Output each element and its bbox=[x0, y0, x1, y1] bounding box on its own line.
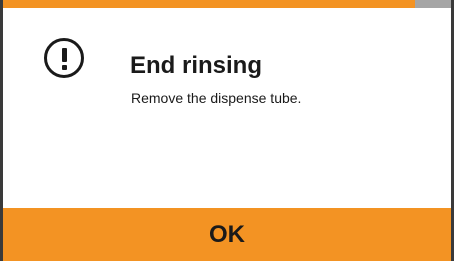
progress-bar bbox=[3, 0, 451, 8]
ok-button[interactable]: OK bbox=[3, 208, 451, 261]
dialog-message: Remove the dispense tube. bbox=[131, 90, 302, 106]
exclamation-dot bbox=[62, 65, 67, 70]
rinse-dialog-screen: End rinsing Remove the dispense tube. OK bbox=[0, 0, 454, 261]
dialog-title: End rinsing bbox=[130, 52, 262, 79]
progress-bar-fill bbox=[3, 0, 416, 8]
exclamation-circle-icon bbox=[44, 38, 84, 78]
exclamation-bar bbox=[62, 48, 67, 62]
